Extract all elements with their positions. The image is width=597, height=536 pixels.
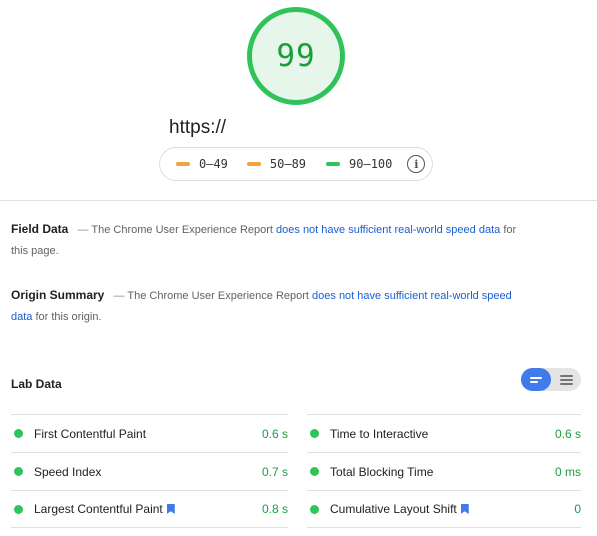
pass-dot-icon: [310, 429, 319, 438]
green-dash-icon: [326, 162, 341, 166]
pass-dot-icon: [310, 504, 319, 514]
metric-value: 0.6 s: [554, 426, 581, 441]
score-legend: 0–49 50–89 90–100 i: [159, 147, 433, 181]
metric-value: 0.7 s: [261, 464, 288, 479]
field-data-section: Field Data — The Chrome User Experience …: [11, 219, 531, 262]
compact-list-icon: [530, 376, 542, 383]
bookmark-icon[interactable]: [166, 504, 175, 514]
legend-item-fail: 0–49: [176, 157, 228, 171]
metric-row: Speed Index 0.7 s: [11, 452, 288, 490]
legend-label: 0–49: [199, 157, 228, 171]
separator: —: [113, 290, 125, 302]
performance-score: 99: [276, 38, 316, 74]
metrics-column-right: Time to Interactive 0.6 s Total Blocking…: [307, 414, 581, 528]
metric-row: First Contentful Paint 0.6 s: [11, 414, 288, 452]
metric-value: 0: [574, 502, 581, 516]
metric-row: Largest Contentful Paint 0.8 s: [11, 490, 288, 528]
metric-value: 0 ms: [554, 464, 581, 479]
info-icon[interactable]: i: [407, 155, 426, 173]
pass-dot-icon: [14, 504, 23, 514]
metrics-column-left: First Contentful Paint 0.6 s Speed Index…: [11, 414, 288, 528]
legend-item-pass: 90–100: [326, 157, 392, 171]
orange-dash-icon: [176, 162, 190, 166]
expanded-list-icon: [559, 374, 573, 385]
view-toggle: [521, 368, 581, 391]
expanded-view-button[interactable]: [551, 368, 581, 391]
metric-row: Total Blocking Time 0 ms: [307, 452, 581, 490]
pass-dot-icon: [310, 467, 319, 476]
metric-value: 0.6 s: [261, 426, 288, 441]
field-data-text: The Chrome User Experience Report: [91, 224, 273, 236]
page-url: https://: [169, 117, 227, 138]
metric-name: First Contentful Paint: [34, 426, 147, 441]
metric-name: Speed Index: [34, 464, 102, 479]
origin-summary-suffix: for this origin.: [35, 311, 102, 323]
legend-label: 50–89: [269, 157, 307, 171]
metric-value: 0.8 s: [261, 502, 288, 516]
field-data-heading: Field Data: [11, 222, 69, 236]
field-data-link[interactable]: does not have sufficient real-world spee…: [276, 224, 500, 236]
origin-summary-text: The Chrome User Experience Report: [127, 290, 309, 302]
legend-label: 90–100: [349, 157, 393, 171]
separator: —: [77, 224, 89, 236]
pass-dot-icon: [14, 429, 23, 438]
divider: [0, 200, 597, 201]
pass-dot-icon: [14, 467, 23, 476]
metric-name: Total Blocking Time: [330, 464, 434, 479]
metric-row: Cumulative Layout Shift 0: [307, 490, 581, 528]
bookmark-icon[interactable]: [460, 504, 469, 514]
compact-view-button[interactable]: [521, 368, 551, 391]
metric-name: Cumulative Layout Shift: [330, 502, 574, 516]
orange-dash-icon: [246, 162, 261, 166]
origin-summary-heading: Origin Summary: [11, 288, 105, 302]
legend-item-average: 50–89: [246, 157, 307, 171]
lab-data-heading: Lab Data: [11, 377, 62, 391]
metric-name: Largest Contentful Paint: [34, 502, 262, 516]
metric-row: Time to Interactive 0.6 s: [307, 414, 581, 452]
score-gauge: 99: [247, 7, 345, 105]
metric-name: Time to Interactive: [330, 426, 429, 441]
origin-summary-section: Origin Summary — The Chrome User Experie…: [11, 285, 526, 328]
